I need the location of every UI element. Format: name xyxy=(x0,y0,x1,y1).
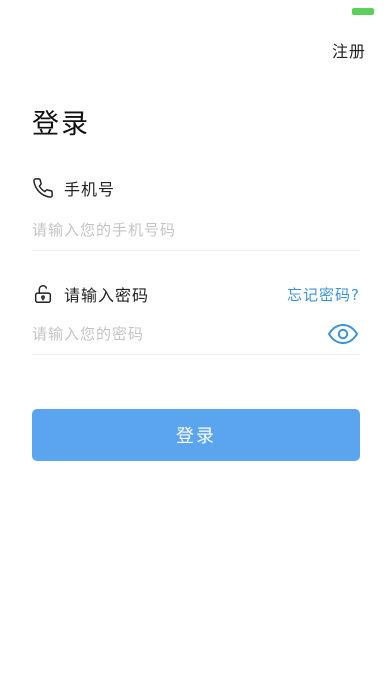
login-screen: 注册 登录 手机号 请输入密码 忘记密码? xyxy=(0,0,392,696)
phone-field-header: 手机号 xyxy=(32,175,360,201)
password-input[interactable] xyxy=(32,319,326,349)
phone-input[interactable] xyxy=(32,215,360,245)
password-input-row xyxy=(32,314,360,355)
phone-icon xyxy=(32,177,54,199)
phone-input-row xyxy=(32,210,360,251)
battery-icon xyxy=(352,8,374,15)
register-link[interactable]: 注册 xyxy=(332,38,366,62)
eye-icon[interactable] xyxy=(326,322,360,346)
page-title: 登录 xyxy=(32,109,90,140)
password-field-header: 请输入密码 忘记密码? xyxy=(32,281,360,307)
password-label: 请输入密码 xyxy=(64,286,150,305)
forgot-password-link[interactable]: 忘记密码? xyxy=(287,284,360,305)
unlock-icon xyxy=(32,283,54,305)
login-button[interactable]: 登录 xyxy=(32,409,360,461)
phone-label: 手机号 xyxy=(64,180,116,199)
